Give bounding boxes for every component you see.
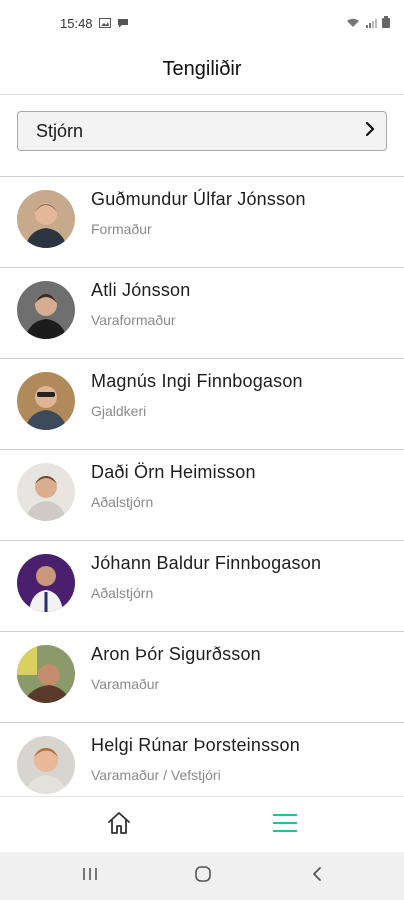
- contact-role: Aðalstjórn: [91, 585, 154, 601]
- battery-icon: [382, 16, 390, 31]
- contact-name: Aron Þór Sigurðsson: [91, 644, 261, 664]
- contact-name: Helgi Rúnar Þorsteinsson: [91, 735, 300, 755]
- back-icon: [311, 866, 323, 887]
- contact-name: Atli Jónsson: [91, 280, 191, 300]
- message-notification-icon: [117, 16, 129, 31]
- avatar: [17, 463, 75, 521]
- contact-row[interactable]: Aron Þór Sigurðsson Varamaður: [0, 632, 404, 723]
- bottom-tab-bar: [0, 796, 404, 853]
- contact-row[interactable]: Atli Jónsson Varaformaður: [0, 268, 404, 359]
- avatar: [17, 736, 75, 794]
- system-nav-bar: [0, 852, 404, 900]
- contact-row[interactable]: Jóhann Baldur Finnbogason Aðalstjórn: [0, 541, 404, 632]
- signal-icon: [365, 16, 377, 31]
- group-selector-label: Stjórn: [36, 120, 84, 141]
- contact-role: Varaformaður: [91, 312, 176, 328]
- menu-icon: [272, 812, 298, 839]
- contact-name: Magnús Ingi Finnbogason: [91, 371, 303, 391]
- contact-list: Guðmundur Úlfar Jónsson Formaður Atli Jó…: [0, 176, 404, 814]
- avatar: [17, 372, 75, 430]
- system-home-icon: [194, 865, 212, 888]
- tab-home[interactable]: [99, 809, 139, 841]
- avatar: [17, 190, 75, 248]
- wifi-icon: [346, 16, 360, 31]
- contact-role: Formaður: [91, 221, 152, 237]
- contact-role: Varamaður / Vefstjóri: [91, 767, 221, 783]
- avatar: [17, 554, 75, 612]
- contact-role: Varamaður: [91, 676, 160, 692]
- contact-name: Daði Örn Heimisson: [91, 462, 256, 482]
- avatar: [17, 281, 75, 339]
- contact-role: Aðalstjórn: [91, 494, 154, 510]
- chevron-right-icon: [364, 121, 376, 142]
- group-selector[interactable]: Stjórn: [17, 111, 387, 151]
- contact-row[interactable]: Magnús Ingi Finnbogason Gjaldkeri: [0, 359, 404, 450]
- tab-menu[interactable]: [265, 809, 305, 841]
- app-header: Tengiliðir: [0, 44, 404, 95]
- avatar: [17, 645, 75, 703]
- contact-row[interactable]: Daði Örn Heimisson Aðalstjórn: [0, 450, 404, 541]
- contact-role: Gjaldkeri: [91, 403, 147, 419]
- image-notification-icon: [98, 16, 111, 31]
- status-bar: 15:48: [0, 0, 404, 44]
- contact-name: Jóhann Baldur Finnbogason: [91, 553, 322, 573]
- contact-name: Guðmundur Úlfar Jónsson: [91, 189, 306, 209]
- status-time: 15:48: [60, 16, 93, 31]
- system-home-button[interactable]: [191, 865, 215, 888]
- recent-apps-icon: [81, 867, 99, 886]
- contact-row[interactable]: Guðmundur Úlfar Jónsson Formaður: [0, 177, 404, 268]
- recent-apps-button[interactable]: [78, 866, 102, 886]
- back-button[interactable]: [305, 866, 329, 886]
- home-icon: [106, 810, 132, 841]
- page-title: Tengiliðir: [162, 57, 242, 80]
